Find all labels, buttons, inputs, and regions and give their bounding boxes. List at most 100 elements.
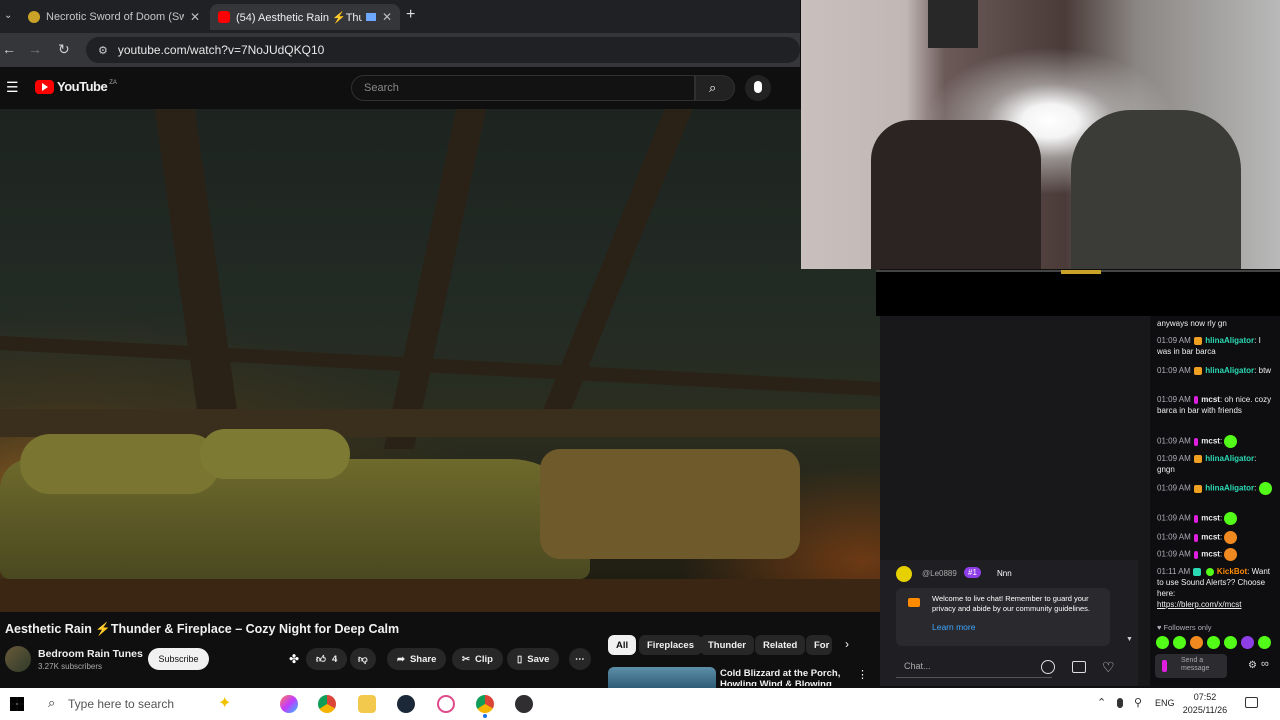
voice-search-button[interactable] (745, 75, 771, 101)
subscribe-button[interactable]: Subscribe (148, 648, 209, 670)
network-icon[interactable]: ⚲ (1134, 696, 1142, 709)
chat-link[interactable]: https://blerp.com/x/mcst (1157, 600, 1241, 609)
chrome-active-icon[interactable] (476, 695, 494, 713)
channel-avatar[interactable] (5, 646, 31, 672)
settings-icon[interactable]: ⚙ (1248, 660, 1257, 671)
taskbar-search-input[interactable]: Type here to search (68, 697, 174, 711)
emote-icon[interactable] (1173, 636, 1186, 649)
send-message-input[interactable]: Send a message (1155, 654, 1227, 678)
dislike-button[interactable]: 👎︎ (350, 648, 376, 670)
chat-username[interactable]: mcst (1201, 395, 1220, 404)
emote-icon[interactable] (1207, 636, 1220, 649)
emote-icon (1224, 548, 1238, 561)
chat-username[interactable]: mcst (1201, 533, 1220, 542)
sparkle-icon: ✦ (218, 695, 232, 712)
chrome-icon[interactable] (318, 695, 336, 713)
steam-icon[interactable] (397, 695, 415, 713)
youtube-play-icon (35, 79, 54, 94)
emote-icon[interactable] (1241, 636, 1254, 649)
site-info-icon[interactable]: ⚙ (98, 44, 108, 57)
chat-username[interactable]: mcst (1201, 514, 1220, 523)
obs-icon[interactable] (515, 695, 533, 713)
forward-button[interactable]: → (28, 41, 42, 57)
emote-icon[interactable] (1258, 636, 1271, 649)
chip-thunder[interactable]: Thunder (700, 635, 754, 655)
clock-date: 2025/11/26 (1182, 705, 1228, 715)
video-player[interactable] (0, 109, 880, 612)
youtube-logo[interactable]: YouTube ZA (35, 79, 117, 94)
followers-only-row: ♥ Followers only (1157, 622, 1211, 633)
share-label: Share (409, 653, 437, 665)
chat-username[interactable]: hlinaAligator (1205, 484, 1254, 493)
chip-fireplaces[interactable]: Fireplaces (639, 635, 702, 655)
copilot-icon[interactable] (280, 695, 298, 713)
chevron-up-icon[interactable]: ⌃ (1097, 696, 1106, 709)
chat-message-text: anyways now rly gn (1157, 319, 1227, 328)
chat-username[interactable]: hlinaAligator (1205, 454, 1254, 463)
paint-icon[interactable] (437, 695, 455, 713)
language-indicator[interactable]: ENG (1155, 698, 1175, 708)
channel-name[interactable]: Bedroom Rain Tunes (38, 648, 143, 660)
infinity-icon[interactable]: ∞ (1261, 659, 1269, 670)
search-input[interactable]: Search (351, 75, 695, 101)
chip-for-you[interactable]: For (806, 635, 832, 655)
taskbar-clock[interactable]: 07:52 2025/11/26 (1180, 691, 1230, 717)
chat-message: 01:09 AM hlinaAligator: (1157, 482, 1275, 495)
overlay-marker (1061, 270, 1101, 274)
chat-username[interactable]: hlinaAligator (1205, 366, 1254, 375)
chat-username[interactable]: hlinaAligator (1205, 336, 1254, 345)
broadcaster-badge-icon (1162, 660, 1167, 672)
reload-button[interactable]: ↻ (58, 41, 70, 58)
chevron-right-icon[interactable]: › (845, 637, 849, 651)
save-button[interactable]: ▯ Save (507, 648, 560, 670)
recommended-title[interactable]: Cold Blizzard at the Porch, Howling Wind… (720, 668, 850, 686)
windows-start-icon[interactable] (10, 697, 24, 711)
more-actions-button[interactable]: ⋯ (569, 648, 591, 670)
notifications-icon[interactable] (1245, 697, 1258, 708)
chat-username[interactable]: mcst (1201, 550, 1220, 559)
url-bar[interactable]: ⚙ youtube.com/watch?v=7NoJUdQKQ10 (86, 37, 800, 63)
learn-more-link[interactable]: Learn more (932, 622, 975, 632)
chat-message: 01:09 AM hlinaAligator: btw (1157, 366, 1272, 375)
clip-button[interactable]: ✂ Clip (452, 648, 503, 670)
search-icon: ⌕ (48, 695, 56, 710)
emote-icon[interactable] (1190, 636, 1203, 649)
chat-input[interactable]: Chat... (896, 656, 1052, 678)
chip-all[interactable]: All (608, 635, 637, 655)
like-button[interactable]: 👍︎ 4 (306, 648, 348, 670)
file-explorer-icon[interactable] (358, 695, 376, 713)
emote-icon[interactable] (1224, 636, 1237, 649)
close-icon[interactable]: ✕ (190, 10, 200, 24)
share-button[interactable]: ➦ Share (387, 648, 447, 670)
more-vertical-icon[interactable]: ⋮ (857, 668, 868, 681)
emote-icon[interactable] (1156, 636, 1169, 649)
new-tab-button[interactable]: + (406, 6, 415, 24)
menu-icon[interactable]: ☰ (6, 79, 19, 96)
search-button[interactable]: ⌕ (695, 75, 735, 101)
chat-message-text: Nnn (997, 569, 1012, 578)
tab-aesthetic-rain[interactable]: (54) Aesthetic Rain ⚡Thun ✕ (210, 4, 400, 30)
emoji-icon[interactable] (1041, 660, 1055, 674)
chat-username[interactable]: mcst (1201, 437, 1220, 446)
emote-bar (1156, 636, 1278, 650)
scroll-down-icon[interactable]: ▼ (1126, 636, 1133, 643)
recommended-thumbnail[interactable] (608, 667, 716, 689)
chat-timestamp: 01:09 AM (1157, 483, 1191, 493)
gift-icon[interactable]: ✤ (289, 652, 299, 666)
super-chat-icon[interactable] (1072, 661, 1086, 673)
welcome-banner: Welcome to live chat! Remember to guard … (896, 588, 1110, 646)
webcam-scene (928, 0, 978, 48)
verified-badge-icon (1205, 567, 1214, 576)
tab-necrotic-sword[interactable]: Necrotic Sword of Doom (Swor ✕ (20, 4, 208, 30)
chat-username[interactable]: @Le0889 (922, 569, 957, 578)
chat-message-text: btw (1258, 366, 1272, 375)
heart-icon[interactable]: ♡ (1102, 659, 1115, 676)
close-icon[interactable]: ✕ (382, 10, 392, 24)
microphone-icon[interactable] (1117, 698, 1123, 708)
chat-timestamp: 01:11 AM (1157, 567, 1191, 576)
chat-username[interactable]: KickBot (1217, 567, 1247, 576)
tab-list-chevron-icon[interactable]: ⌄ (4, 10, 12, 21)
chip-related[interactable]: Related (755, 635, 806, 655)
bot-badge-icon (1193, 567, 1202, 576)
back-button[interactable]: ← (2, 41, 16, 57)
